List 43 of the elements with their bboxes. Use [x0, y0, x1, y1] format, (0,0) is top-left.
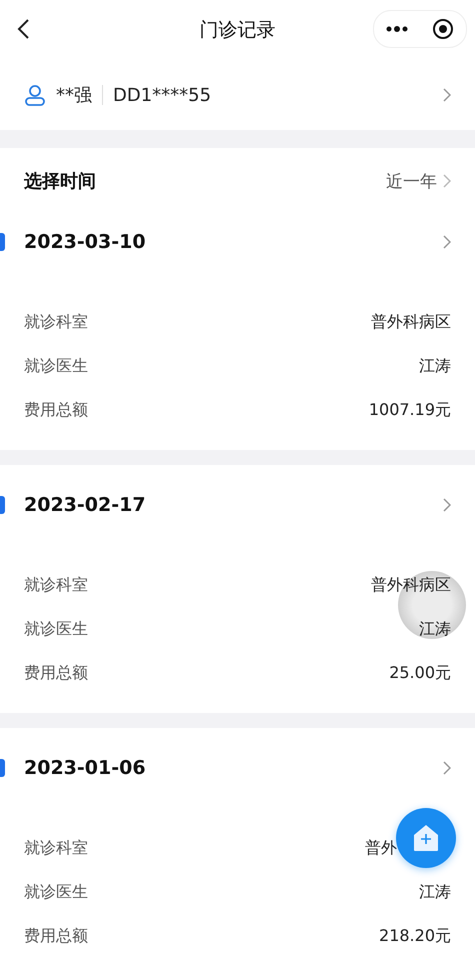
home-plus-icon: [411, 823, 441, 853]
date-marker: [0, 233, 5, 251]
field-value: 普外科病区: [371, 574, 451, 596]
field-value: 普外科病区: [371, 312, 451, 332]
record-card[interactable]: 2023-02-17 就诊科室 普外科病区 就诊医生 江涛 费用总额 25.00元: [0, 465, 475, 713]
chevron-icon: [443, 498, 451, 512]
field-value: 25.00元: [389, 662, 451, 684]
visit-date: 2023-01-06: [24, 757, 146, 779]
patient-row[interactable]: **强 DD1****55: [0, 60, 475, 130]
chevron-icon: [443, 761, 451, 775]
field-value: 江涛: [419, 618, 451, 640]
patient-name: **强: [56, 84, 92, 107]
visit-date: 2023-02-17: [24, 494, 146, 516]
chevron-icon: [443, 174, 451, 188]
field-label: 就诊科室: [24, 574, 88, 596]
date-marker: [0, 496, 5, 514]
chevron-icon: [443, 88, 451, 102]
field-label: 就诊医生: [24, 618, 88, 640]
person-icon: [24, 84, 46, 106]
field-label: 就诊科室: [24, 838, 88, 858]
record-card[interactable]: 2023-03-10 就诊科室 普外科病区 就诊医生 江涛 费用总额 1007.19元: [0, 214, 475, 450]
page-title: 门诊记录: [200, 18, 276, 43]
visit-date: 2023-03-10: [24, 231, 146, 253]
field-value: 普外: [365, 838, 397, 858]
field-label: 就诊医生: [24, 882, 88, 902]
more-icon[interactable]: [386, 26, 408, 32]
field-value: 江涛: [419, 356, 451, 376]
field-label: 费用总额: [24, 926, 88, 946]
back-icon[interactable]: [16, 18, 30, 40]
field-label: 就诊医生: [24, 356, 88, 376]
filter-value: 近一年: [386, 170, 437, 192]
field-value: 1007.19元: [368, 400, 451, 420]
time-filter-row[interactable]: 选择时间 近一年: [0, 148, 475, 214]
card-number: DD1****55: [113, 84, 212, 106]
field-value: 218.20元: [379, 926, 451, 946]
field-label: 费用总额: [24, 662, 88, 684]
field-value: 江涛: [419, 882, 451, 902]
filter-label: 选择时间: [24, 170, 96, 193]
date-marker: [0, 759, 5, 777]
record-card[interactable]: 2023-01-06 就诊科室 普外 就诊医生 江涛 费用总额 218.20元: [0, 728, 475, 960]
field-label: 就诊科室: [24, 312, 88, 332]
field-label: 费用总额: [24, 400, 88, 420]
chevron-icon: [443, 235, 451, 249]
